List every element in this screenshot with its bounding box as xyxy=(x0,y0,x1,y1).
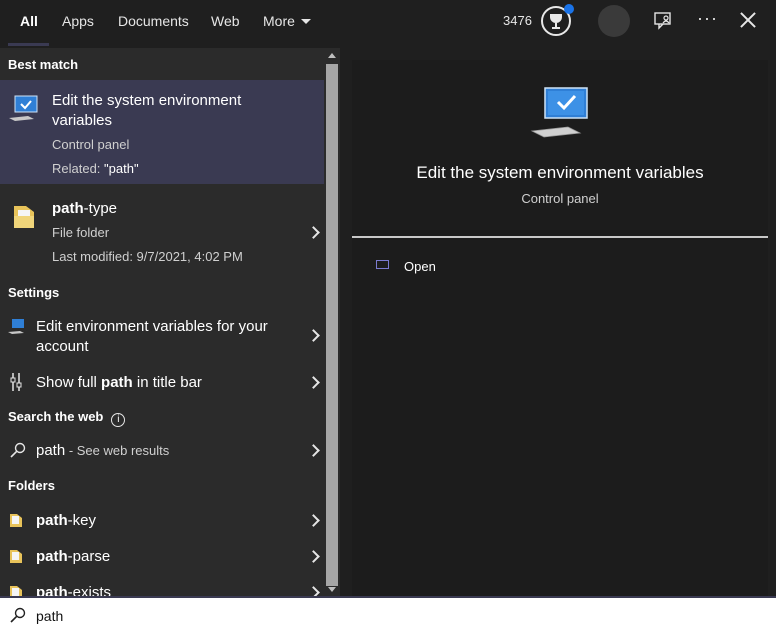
best-match-title-line2: variables xyxy=(52,112,113,129)
detail-subtitle: Control panel xyxy=(521,191,599,206)
open-action-label: Open xyxy=(404,259,436,274)
more-options-icon[interactable]: ··· xyxy=(697,8,718,29)
section-folders: Folders xyxy=(8,478,55,493)
notification-dot xyxy=(564,4,574,14)
tab-all[interactable]: All xyxy=(20,0,38,44)
folder-result-item[interactable]: path-type File folder Last modified: 9/7… xyxy=(0,188,324,272)
detail-pane: Edit the system environment variables Co… xyxy=(352,60,768,596)
best-match-category: Control panel xyxy=(52,137,130,152)
feedback-icon[interactable] xyxy=(654,12,674,30)
best-match-title-line1: Edit the system environment xyxy=(52,92,242,109)
close-icon[interactable] xyxy=(738,10,758,30)
open-action[interactable]: Open xyxy=(374,256,574,280)
folder-result-title: path-type xyxy=(52,200,118,217)
active-tab-indicator xyxy=(8,43,49,46)
scroll-thumb[interactable] xyxy=(326,64,338,586)
open-icon xyxy=(376,260,389,269)
chevron-right-icon[interactable] xyxy=(307,226,320,239)
results-panel: Best match Edit the system environment v… xyxy=(0,48,324,596)
folder-result-kind: File folder xyxy=(52,225,110,240)
settings-item-show-path-label: Show full path in title bar xyxy=(36,374,202,391)
divider xyxy=(352,236,768,238)
computer-monitor-icon xyxy=(8,318,26,339)
tab-more-label: More xyxy=(263,13,295,29)
best-match-related: Related: "path" xyxy=(52,161,139,176)
detail-title: Edit the system environment variables xyxy=(416,163,704,182)
folder-item[interactable]: path-key xyxy=(0,506,324,536)
folder-item-label: path-exists xyxy=(36,584,112,596)
web-search-label: path - See web results xyxy=(36,442,170,459)
search-input[interactable]: path xyxy=(36,608,63,624)
search-box[interactable]: path xyxy=(0,596,776,631)
tab-apps[interactable]: Apps xyxy=(62,0,94,44)
settings-item-show-path[interactable]: Show full path in title bar xyxy=(0,368,324,398)
avatar[interactable] xyxy=(598,5,630,37)
settings-sliders-icon xyxy=(10,373,22,396)
chevron-right-icon[interactable] xyxy=(307,550,320,563)
folder-icon xyxy=(10,513,22,532)
search-icon xyxy=(10,607,26,623)
scroll-up-icon[interactable] xyxy=(328,53,336,58)
folder-item-label: path-key xyxy=(36,512,97,529)
search-icon xyxy=(10,442,26,463)
folder-icon xyxy=(10,549,22,568)
chevron-right-icon[interactable] xyxy=(307,376,320,389)
tab-more[interactable]: More xyxy=(263,0,311,44)
rewards-trophy-icon[interactable] xyxy=(541,4,574,36)
section-settings: Settings xyxy=(8,285,60,300)
folder-item-label: path-parse xyxy=(36,548,111,565)
settings-item-env-vars-line1: Edit environment variables for your xyxy=(36,318,268,335)
chevron-right-icon[interactable] xyxy=(307,586,320,596)
folder-item[interactable]: path-exists xyxy=(0,578,324,596)
folder-item[interactable]: path-parse xyxy=(0,542,324,572)
tab-documents[interactable]: Documents xyxy=(118,0,189,44)
section-best-match: Best match xyxy=(8,57,79,72)
chevron-down-icon xyxy=(300,19,311,24)
computer-monitor-icon xyxy=(8,94,40,127)
chevron-right-icon[interactable] xyxy=(307,329,320,342)
info-icon[interactable]: i xyxy=(111,413,126,427)
folder-icon xyxy=(10,585,22,596)
tab-web[interactable]: Web xyxy=(211,0,240,44)
folder-result-modified: Last modified: 9/7/2021, 4:02 PM xyxy=(52,249,243,264)
settings-item-env-vars-line2: account xyxy=(36,338,89,355)
computer-monitor-icon xyxy=(530,85,590,144)
chevron-right-icon[interactable] xyxy=(307,444,320,457)
settings-item-env-vars[interactable]: Edit environment variables for your acco… xyxy=(0,310,324,362)
scroll-down-icon[interactable] xyxy=(328,587,336,592)
best-match-item[interactable]: Edit the system environment variables Co… xyxy=(0,80,324,184)
folder-icon xyxy=(12,202,36,235)
top-bar: All Apps Documents Web More 3476 ··· xyxy=(0,0,776,48)
web-search-item[interactable]: path - See web results xyxy=(0,436,324,466)
chevron-right-icon[interactable] xyxy=(307,514,320,527)
rewards-points: 3476 xyxy=(503,13,532,28)
results-scrollbar[interactable] xyxy=(324,48,340,596)
section-search-the-web: Search the web i xyxy=(8,409,126,427)
